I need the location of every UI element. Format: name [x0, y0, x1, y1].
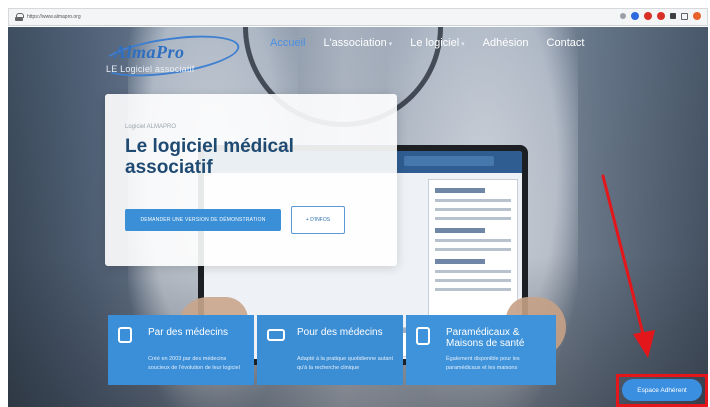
doctor-icon	[118, 327, 132, 343]
hero-title: Le logiciel médical associatif	[125, 136, 294, 178]
hero-kicker: Logiciel ALMAPRO	[125, 124, 177, 130]
nav-item-accueil[interactable]: Accueil	[270, 37, 305, 49]
nav-item-logiciel[interactable]: Le logiciel ▾	[410, 37, 464, 49]
feature-card[interactable]: Pour des médecins Adapté à la pratique q…	[257, 315, 403, 385]
browser-extensions	[620, 12, 701, 20]
chevron-down-icon: ▾	[461, 41, 465, 48]
demo-request-button[interactable]: DEMANDER UNE VERSION DE DÉMONSTRATION	[125, 209, 281, 231]
profile-avatar[interactable]	[693, 12, 701, 20]
feature-card[interactable]: Paramédicaux & Maisons de santé Égalemen…	[406, 315, 556, 385]
browser-address-bar[interactable]: https://www.almapro.org	[8, 8, 708, 26]
nav-item-label: Contact	[546, 37, 585, 49]
feature-text: Également disponible pour les paramédica…	[446, 356, 520, 371]
nav-item-label: Adhésion	[482, 37, 529, 49]
nav-item-adhesion[interactable]: Adhésion	[483, 37, 529, 49]
app-side-panel	[428, 179, 518, 329]
share-icon[interactable]	[620, 13, 626, 19]
site-logo[interactable]: AlmaPro LE Logiciel associatif	[98, 28, 250, 84]
puzzle-icon[interactable]	[670, 13, 676, 19]
nav-item-label: Accueil	[270, 37, 306, 49]
more-info-button[interactable]: + D'INFOS	[291, 206, 345, 234]
main-navigation: Accueil L'association ▾ Le logiciel ▾ Adhé…	[270, 37, 584, 49]
logo-tagline: LE Logiciel associatif	[106, 64, 195, 74]
feature-text: Créé en 2003 par des médecins soucieux d…	[148, 356, 240, 371]
ambulance-icon	[267, 329, 285, 341]
feature-title: Par des médecins	[148, 327, 229, 338]
nav-item-label: Le logiciel	[410, 37, 460, 49]
nav-item-label: L'association	[323, 37, 387, 49]
document-strip	[0, 0, 710, 8]
feature-title: Paramédicaux & Maisons de santé	[446, 327, 525, 349]
logo-name: AlmaPro	[114, 42, 185, 62]
extension-icon[interactable]	[657, 12, 665, 20]
feature-title: Pour des médecins	[297, 327, 383, 338]
extension-icon[interactable]	[644, 12, 652, 20]
url-text[interactable]: https://www.almapro.org	[27, 14, 81, 20]
feature-card[interactable]: Par des médecins Créé en 2003 par des mé…	[108, 315, 254, 385]
chevron-down-icon: ▾	[388, 41, 393, 48]
clipboard-icon	[416, 327, 430, 345]
nav-item-association[interactable]: L'association ▾	[323, 37, 392, 49]
screenshot-frame: https://www.almapro.org AlmaPro LE Logic…	[0, 0, 710, 407]
feature-text: Adapté à la pratique quotidienne autant …	[297, 356, 394, 371]
nav-item-contact[interactable]: Contact	[547, 37, 585, 49]
lock-icon	[15, 13, 24, 21]
espace-adherent-button[interactable]: Espace Adhérent	[622, 379, 702, 401]
window-icon[interactable]	[681, 12, 688, 20]
extension-icon[interactable]	[631, 12, 639, 20]
hero-card: Logiciel ALMAPRO Le logiciel médical ass…	[105, 94, 397, 266]
